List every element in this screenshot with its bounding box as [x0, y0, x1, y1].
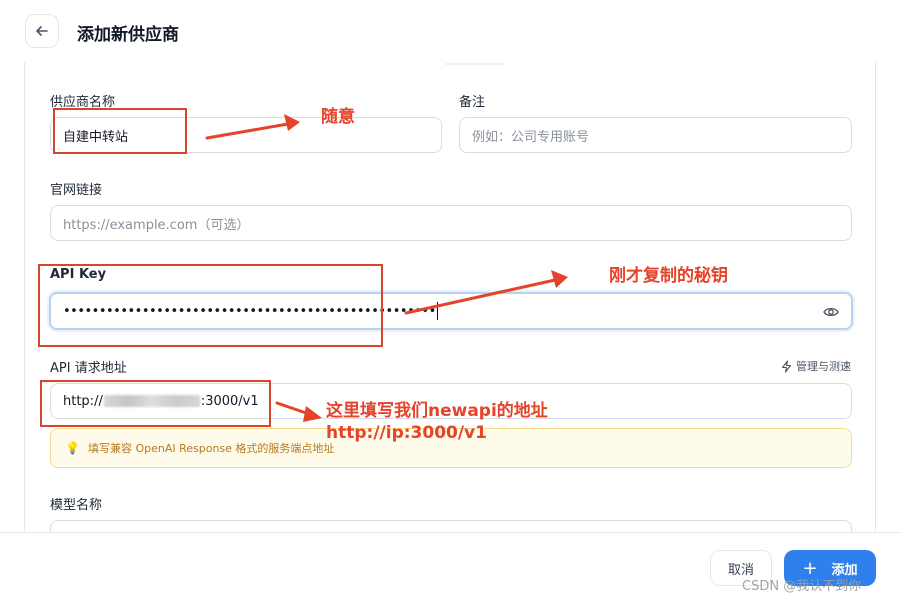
eye-icon[interactable]: [823, 306, 839, 318]
website-placeholder: https://example.com（可选）: [63, 217, 250, 233]
redacted-ip: [103, 395, 200, 407]
name-label: 供应商名称: [50, 95, 116, 110]
model-label: 模型名称: [50, 498, 103, 513]
text-caret: [436, 302, 438, 320]
page-title: 添加新供应商: [77, 25, 179, 45]
model-input[interactable]: [50, 520, 852, 532]
endpoint-label: API 请求地址: [50, 361, 127, 376]
notes-placeholder: 例如：公司专用账号: [472, 129, 590, 145]
manage-speedtest-link[interactable]: 管理与测速: [781, 358, 851, 374]
annotation-endpoint-note-1: 这里填写我们newapi的地址: [326, 401, 548, 421]
endpoint-suffix: :3000/v1: [200, 393, 259, 409]
api-key-masked-value: ••••••••••••••••••••••••••••••••••••••••…: [63, 303, 436, 319]
manage-label: 管理与测速: [796, 360, 851, 373]
notes-label: 备注: [459, 95, 486, 110]
annotation-key-note: 刚才复制的秘钥: [609, 266, 728, 286]
form-panel: 供应商名称 自建中转站 备注 例如：公司专用账号 官网链接 https://ex…: [24, 62, 876, 532]
api-key-input[interactable]: ••••••••••••••••••••••••••••••••••••••••…: [49, 292, 853, 330]
page-header: 添加新供应商: [0, 0, 900, 62]
website-label: 官网链接: [50, 183, 103, 198]
name-input[interactable]: 自建中转站: [50, 117, 442, 153]
endpoint-prefix: http://: [63, 393, 103, 409]
annotation-name-note: 随意: [321, 107, 355, 127]
arrow-left-icon: [36, 26, 48, 36]
api-key-label: API Key: [50, 267, 107, 282]
annotation-endpoint-note-2: http://ip:3000/v1: [326, 423, 487, 443]
name-value: 自建中转站: [63, 129, 129, 145]
website-input[interactable]: https://example.com（可选）: [50, 205, 852, 241]
lightbulb-icon: 💡: [65, 441, 80, 455]
endpoint-hint-text: 填写兼容 OpenAI Response 格式的服务端点地址: [87, 442, 335, 455]
notes-input[interactable]: 例如：公司专用账号: [459, 117, 852, 153]
scroll-indicator: [445, 63, 505, 65]
csdn-watermark: CSDN @我认不到你: [742, 579, 862, 594]
back-button[interactable]: [25, 14, 59, 48]
lightning-icon: [781, 359, 792, 373]
